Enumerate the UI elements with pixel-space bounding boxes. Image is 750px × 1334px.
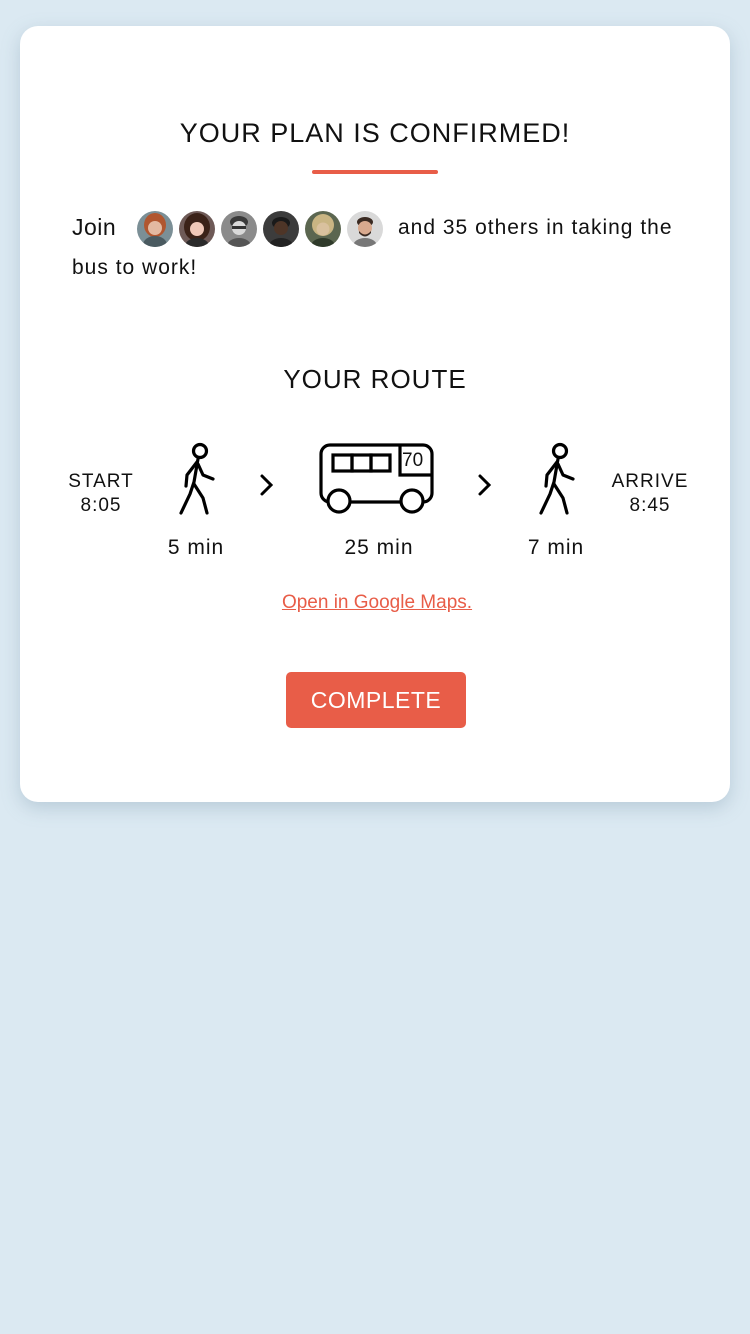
avatar	[262, 210, 300, 248]
chevron-right-icon	[476, 472, 494, 503]
complete-button[interactable]: COMPLETE	[286, 672, 466, 728]
arrive-time: 8:45	[629, 495, 671, 516]
join-text-continued: bus to work!	[72, 256, 198, 279]
route-start: START 8:05	[56, 470, 146, 518]
avatar	[304, 210, 342, 248]
confirmation-card: YOUR PLAN IS CONFIRMED! Join and 35 othe…	[20, 26, 730, 802]
join-count-text: and 35 others in taking the	[398, 216, 673, 239]
avatar	[346, 210, 384, 248]
route-arrive: ARRIVE 8:45	[604, 470, 696, 518]
walk-duration: 7 min	[527, 536, 585, 559]
avatar	[136, 210, 174, 248]
walk-duration: 5 min	[167, 536, 225, 559]
avatar	[220, 210, 258, 248]
route-title: YOUR ROUTE	[283, 364, 467, 394]
title-underline	[312, 170, 438, 174]
arrive-label: ARRIVE	[611, 471, 689, 492]
bus-icon: 70	[318, 442, 436, 521]
walk-icon	[170, 442, 226, 521]
bus-number: 70	[402, 450, 424, 471]
start-label: START	[68, 471, 134, 492]
bus-duration: 25 min	[344, 536, 414, 559]
avatar	[178, 210, 216, 248]
start-time: 8:05	[80, 495, 122, 516]
page-title: YOUR PLAN IS CONFIRMED!	[179, 118, 571, 148]
walk-icon	[530, 442, 586, 521]
chevron-right-icon	[258, 472, 276, 503]
google-maps-link[interactable]: Open in Google Maps.	[20, 592, 734, 614]
join-label: Join	[72, 214, 117, 240]
